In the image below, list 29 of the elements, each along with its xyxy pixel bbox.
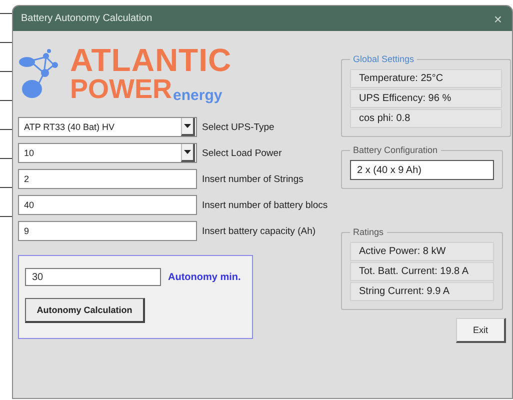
rating-value: Tot. Batt. Current: 19.8 A — [350, 262, 494, 281]
input-field[interactable]: 40 — [18, 195, 197, 215]
rating-value: String Current: 9.9 A — [350, 282, 494, 301]
input-field[interactable]: 2 — [18, 169, 197, 189]
logo-text: ATLANTIC — [70, 44, 232, 76]
input-field[interactable]: 9 — [18, 221, 197, 241]
setting-value: cos phi: 0.8 — [350, 109, 502, 128]
rating-value: Active Power: 8 kW — [350, 242, 494, 261]
field-label: Autonomy min. — [168, 272, 241, 282]
dropdown-field[interactable]: ATP RT33 (40 Bat) HV — [18, 117, 197, 137]
configuration-field[interactable]: 2 x (40 x 9 Ah) — [350, 160, 494, 180]
exit-button[interactable]: Exit — [456, 318, 506, 343]
close-button[interactable]: × — [492, 10, 504, 26]
group-title: Battery Configuration — [352, 145, 439, 155]
field-label: Insert number of Strings — [202, 174, 304, 184]
field-label: Select UPS-Type — [202, 122, 274, 132]
field-label: Select Load Power — [202, 148, 282, 158]
setting-value: Temperature: 25°C — [350, 69, 502, 88]
setting-value: UPS Efficency: 96 % — [350, 89, 502, 108]
group-title: Global Settings — [352, 54, 416, 64]
window-title: Battery Autonomy Calculation — [21, 13, 152, 24]
field-label: Insert battery capacity (Ah) — [202, 226, 316, 236]
logo-text: POWER — [70, 76, 172, 102]
logo-text: energy — [173, 88, 222, 102]
calculate-button[interactable]: Autonomy Calculation — [25, 298, 145, 323]
field-label: Insert number of battery blocs — [202, 200, 328, 210]
autonomy-field[interactable]: 30 — [25, 268, 161, 286]
group-title: Ratings — [352, 227, 385, 237]
dropdown-field[interactable]: 10 — [18, 143, 197, 163]
